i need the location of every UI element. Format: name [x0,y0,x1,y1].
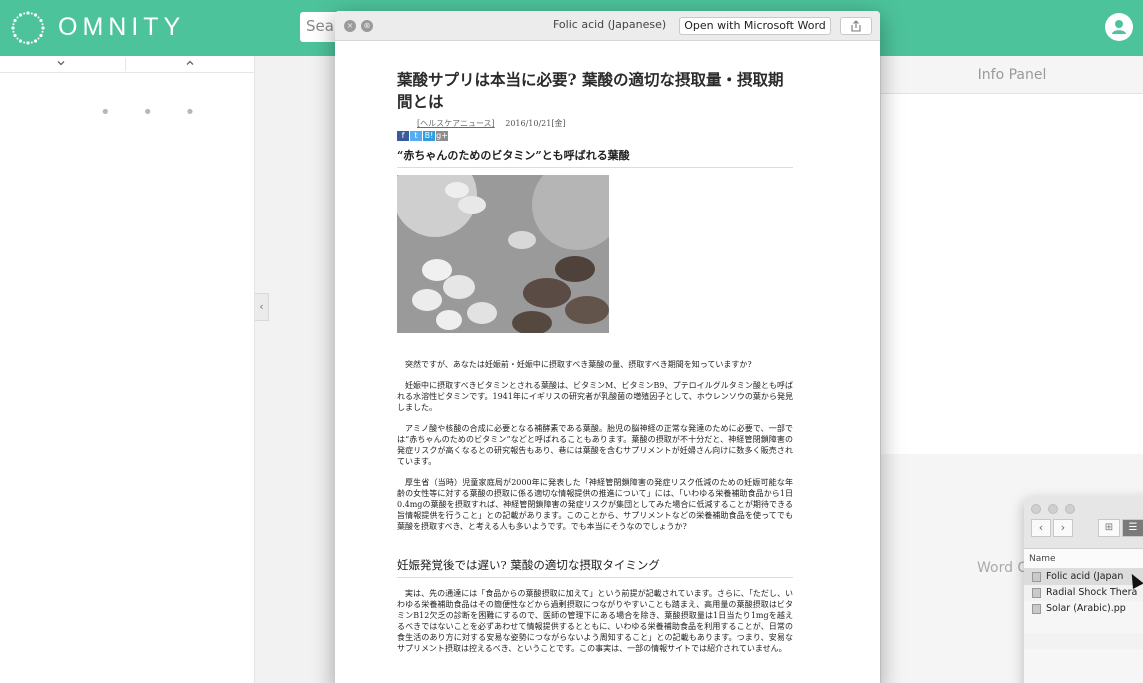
empty-row [1024,649,1143,665]
quicklook-title: Folic acid (Japanese) [553,18,667,31]
presentation-icon [1032,604,1041,614]
info-panel-content [881,94,1143,454]
paragraph: 突然ですが、あなたは妊娠前・妊娠中に摂取すべき葉酸の量、摂取すべき期間を知ってい… [405,360,752,369]
share-button[interactable] [840,17,872,35]
file-row[interactable]: Solar (Arabic).pp [1024,601,1143,617]
social-share-bar: f t B! g+ [397,131,793,141]
chevron-up-icon[interactable] [185,58,195,68]
panel-collapse-toggle[interactable]: ‹ [255,293,269,321]
word-document-icon [1032,572,1041,582]
info-panel-title: Info Panel [881,56,1143,94]
close-icon[interactable]: × [344,20,356,32]
paragraph: 厚生省（当時）児童家庭局が2000年に発表した「神経管閉鎖障害の発症リスク低減の… [397,478,793,531]
pdf-document-icon [1032,588,1041,598]
facebook-icon[interactable]: f [397,131,409,141]
toolbar-divider [125,58,126,71]
file-name: Solar (Arabic).pp [1046,603,1126,614]
user-icon [1112,20,1126,34]
name-column-header[interactable]: Name [1024,549,1143,569]
fullscreen-icon[interactable]: ⊗ [361,20,373,32]
empty-row [1024,633,1143,649]
document-preview: 葉酸サプリは本当に必要? 葉酸の適切な摂取量・摂取期間とは [ヘルスケアニュース… [393,69,793,654]
left-panel-toolbar [0,56,254,73]
app-name: OMNITY [58,13,186,41]
file-name: Radial Shock Thera [1046,587,1138,598]
empty-row [1024,617,1143,633]
omnity-logo-icon [11,11,45,45]
paragraph: アミノ酸や核酸の合成に必要となる補酵素である葉酸。胎児の脳神経の正常な発達のため… [397,424,793,466]
finder-minimize-button[interactable] [1048,504,1058,514]
finder-close-button[interactable] [1031,504,1041,514]
file-list: Folic acid (Japan Radial Shock Thera Sol… [1024,569,1143,665]
document-meta: [ヘルスケアニュース] 2016/10/21[金] [417,118,793,129]
chevron-down-icon[interactable] [56,58,66,68]
loading-indicator: • • • [100,102,209,123]
section-heading: “赤ちゃんのためのビタミン”とも呼ばれる葉酸 [397,147,793,168]
section-heading: 妊娠発覚後では遅い? 葉酸の適切な摂取タイミング [397,557,793,578]
document-source-link[interactable]: [ヘルスケアニュース] [417,119,495,128]
back-button[interactable]: ‹ [1031,519,1051,537]
quicklook-window: × ⊗ Folic acid (Japanese) Open with Micr… [335,11,880,683]
document-date: 2016/10/21[金] [505,119,566,128]
pills-photo [393,153,622,335]
icon-view-button[interactable]: ⊞ [1098,519,1120,537]
paragraph: 妊娠中に摂取すべきビタミンとされる葉酸は、ビタミンM、ビタミンB9、プテロイルグ… [397,381,793,412]
google-plus-icon[interactable]: g+ [436,131,448,141]
paragraph: 実は、先の通達には「食品からの葉酸摂取に加えて」という前提が記載されています。さ… [397,589,793,653]
word-count-label: Word C [977,560,1028,576]
forward-button[interactable]: › [1053,519,1073,537]
file-row[interactable]: Folic acid (Japan [1024,569,1143,585]
left-panel: • • • [0,56,255,683]
file-name: Folic acid (Japan [1046,571,1124,582]
open-with-word-button[interactable]: Open with Microsoft Word [679,17,831,35]
quicklook-titlebar: × ⊗ Folic acid (Japanese) Open with Micr… [335,11,880,41]
file-row[interactable]: Radial Shock Thera [1024,585,1143,601]
user-menu-button[interactable] [1105,13,1133,41]
document-title: 葉酸サプリは本当に必要? 葉酸の適切な摂取量・摂取期間とは [397,70,784,111]
finder-zoom-button[interactable] [1065,504,1075,514]
list-view-button[interactable]: ☰ [1122,519,1143,537]
share-icon [851,20,861,32]
finder-toolbar: ‹ › ⊞ ☰ [1024,497,1143,549]
hatena-bookmark-icon[interactable]: B! [423,131,435,141]
twitter-icon[interactable]: t [410,131,422,141]
finder-window: ‹ › ⊞ ☰ Name Folic acid (Japan Radial Sh… [1024,497,1143,683]
